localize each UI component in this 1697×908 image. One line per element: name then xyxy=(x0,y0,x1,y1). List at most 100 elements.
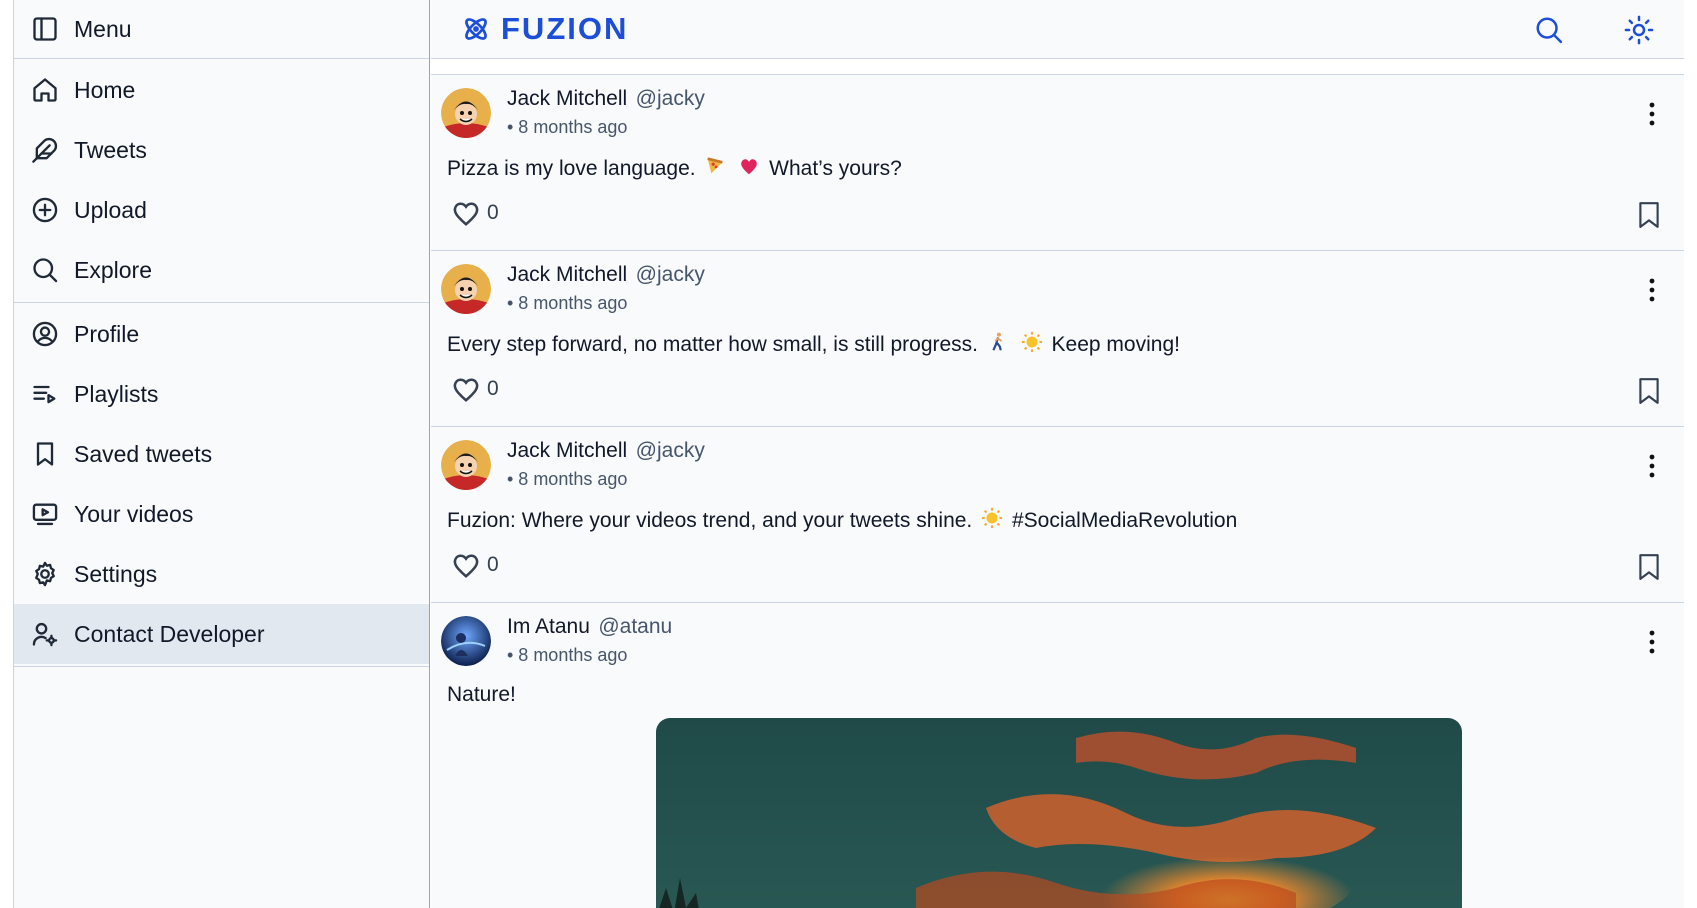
heart-icon xyxy=(453,554,479,578)
tweet-text-main: Pizza is my love language. xyxy=(447,157,696,180)
sun-icon xyxy=(1624,15,1654,44)
more-vertical-icon xyxy=(1649,454,1655,478)
tweet-text: Fuzion: Where your videos trend, and you… xyxy=(447,507,1237,535)
avatar[interactable] xyxy=(441,616,491,666)
brand-logo[interactable]: FUZION xyxy=(461,11,628,47)
tweet-card: Jack Mitchell @jacky • 8 months ago Pizz… xyxy=(431,75,1684,251)
atom-icon xyxy=(465,18,487,40)
more-options-button[interactable] xyxy=(1640,99,1664,129)
sidebar-item-label: Playlists xyxy=(74,380,159,407)
sidebar-item-label: Tweets xyxy=(74,136,147,163)
playlist-icon xyxy=(30,379,60,409)
sidebar-item-upload[interactable]: Upload xyxy=(14,180,429,240)
author-name[interactable]: Jack Mitchell xyxy=(507,263,627,286)
video-icon xyxy=(30,499,60,529)
search-icon xyxy=(1536,17,1563,43)
sidebar-item-label: Settings xyxy=(74,560,158,587)
like-button[interactable]: 0 xyxy=(451,375,499,403)
author-name[interactable]: Jack Mitchell xyxy=(507,87,627,110)
author-name[interactable]: Jack Mitchell xyxy=(507,439,627,462)
sidebar-item-label: Your videos xyxy=(74,500,194,527)
sidebar-panel-icon xyxy=(30,14,60,44)
sidebar-primary-group: Home Tweets Upload Explore xyxy=(14,59,429,303)
like-count: 0 xyxy=(487,553,499,576)
like-button[interactable]: 0 xyxy=(451,199,499,227)
tweet-card: Jack Mitchell @jacky • 8 months ago Fuzi… xyxy=(431,427,1684,603)
tweet-text: Nature! xyxy=(447,683,516,707)
sidebar-menu-toggle[interactable]: Menu xyxy=(14,0,429,59)
like-count: 0 xyxy=(487,201,499,224)
bookmark-button[interactable] xyxy=(1636,201,1662,234)
theme-toggle-button[interactable] xyxy=(1619,10,1659,50)
bookmark-button[interactable] xyxy=(1636,553,1662,586)
tweet-text-main: Nature! xyxy=(447,683,516,706)
author-handle[interactable]: @jacky xyxy=(636,263,705,286)
sidebar-item-contact-developer[interactable]: Contact Developer xyxy=(14,604,429,664)
person-walking-emoji-icon xyxy=(987,331,1009,359)
avatar[interactable] xyxy=(441,440,491,490)
more-vertical-icon xyxy=(1649,630,1655,654)
bookmark-icon xyxy=(1639,554,1659,580)
author-handle[interactable]: @jacky xyxy=(636,87,705,110)
tweet-text-main: Every step forward, no matter how small,… xyxy=(447,333,979,356)
tweet-header: Jack Mitchell @jacky • 8 months ago xyxy=(507,439,705,490)
sidebar-item-playlists[interactable]: Playlists xyxy=(14,364,429,424)
sidebar-item-saved-tweets[interactable]: Saved tweets xyxy=(14,424,429,484)
sidebar-item-profile[interactable]: Profile xyxy=(14,304,429,364)
sun-emoji-icon xyxy=(1021,331,1043,359)
sun-emoji-icon xyxy=(981,507,1003,535)
author-handle[interactable]: @jacky xyxy=(636,439,705,462)
sidebar-item-your-videos[interactable]: Your videos xyxy=(14,484,429,544)
sidebar-item-label: Profile xyxy=(74,320,140,347)
avatar[interactable] xyxy=(441,264,491,314)
avatar[interactable] xyxy=(441,88,491,138)
sidebar-item-home[interactable]: Home xyxy=(14,60,429,120)
tweet-text-tail: Keep moving! xyxy=(1051,333,1180,356)
heart-icon xyxy=(453,378,479,402)
feather-icon xyxy=(30,135,60,165)
more-options-button[interactable] xyxy=(1640,451,1664,481)
bookmark-icon xyxy=(30,439,60,469)
post-timestamp: • 8 months ago xyxy=(507,293,628,313)
bookmark-icon xyxy=(1639,378,1659,404)
post-timestamp: • 8 months ago xyxy=(507,645,628,665)
sidebar-item-label: Home xyxy=(74,76,136,103)
plus-circle-icon xyxy=(30,195,60,225)
search-button[interactable] xyxy=(1529,10,1569,50)
sidebar-menu-label: Menu xyxy=(74,15,132,42)
author-name[interactable]: Im Atanu xyxy=(507,615,590,638)
tweet-image[interactable] xyxy=(656,718,1462,908)
more-options-button[interactable] xyxy=(1640,275,1664,305)
app-root: Menu Home Tweets Upload Explore Profile … xyxy=(0,0,1697,908)
user-gear-icon xyxy=(30,619,60,649)
gear-icon xyxy=(30,559,60,589)
more-vertical-icon xyxy=(1649,278,1655,302)
bookmark-button[interactable] xyxy=(1636,377,1662,410)
home-icon xyxy=(30,75,60,105)
post-timestamp: • 8 months ago xyxy=(507,469,628,489)
sidebar: Menu Home Tweets Upload Explore Profile … xyxy=(13,0,430,908)
sidebar-secondary-group: Profile Playlists Saved tweets Your vide… xyxy=(14,303,429,667)
sidebar-item-settings[interactable]: Settings xyxy=(14,544,429,604)
tweet-text-main: Fuzion: Where your videos trend, and you… xyxy=(447,509,973,532)
sidebar-item-explore[interactable]: Explore xyxy=(14,240,429,300)
tweet-header: Jack Mitchell @jacky • 8 months ago xyxy=(507,87,705,138)
sidebar-item-label: Upload xyxy=(74,196,147,223)
hashtag-link[interactable]: #SocialMediaRevolution xyxy=(1012,509,1237,532)
search-icon xyxy=(30,255,60,285)
post-timestamp: • 8 months ago xyxy=(507,117,628,137)
tweet-text: Pizza is my love language. What’s yours? xyxy=(447,155,902,183)
tweet-feed: Jack Mitchell @jacky • 8 months ago Pizz… xyxy=(431,74,1684,908)
like-count: 0 xyxy=(487,377,499,400)
red-heart-emoji-icon xyxy=(738,155,760,183)
tweet-text-tail: What’s yours? xyxy=(769,157,902,180)
author-handle[interactable]: @atanu xyxy=(598,615,672,638)
tweet-card: Jack Mitchell @jacky • 8 months ago Ever… xyxy=(431,251,1684,427)
top-actions xyxy=(1529,0,1684,59)
more-options-button[interactable] xyxy=(1640,627,1664,657)
like-button[interactable]: 0 xyxy=(451,551,499,579)
tweet-header: Im Atanu @atanu • 8 months ago xyxy=(507,615,672,666)
heart-icon xyxy=(453,202,479,226)
sidebar-item-tweets[interactable]: Tweets xyxy=(14,120,429,180)
bookmark-icon xyxy=(1639,202,1659,228)
